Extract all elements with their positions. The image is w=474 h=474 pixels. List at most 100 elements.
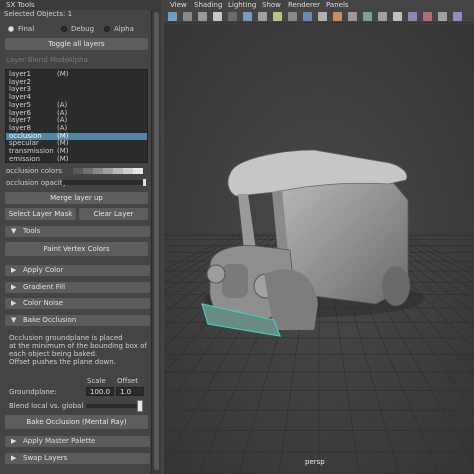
radio-debug[interactable]: Debug [61,25,94,33]
scene-view[interactable] [164,24,474,474]
toolbar-icon[interactable] [438,12,447,21]
camera-label: persp [305,458,325,466]
toolbar-icon[interactable] [198,12,207,21]
toolbar-icon[interactable] [408,12,417,21]
toolbar-icon[interactable] [303,12,312,21]
gradient-fill-section-header[interactable]: ▶ Gradient Fill [5,282,150,293]
scale-header: Scale [87,377,106,385]
scrollbar-thumb[interactable] [154,12,159,470]
layer-row-emission[interactable]: emission (M) [6,154,147,164]
groundplane-scale-field[interactable]: 100.0 [86,387,114,396]
chevron-right-icon: ▶ [11,266,17,274]
menu-view[interactable]: View [170,0,187,10]
menu-panels[interactable]: Panels [326,0,349,10]
truck-grille [222,264,248,298]
layer-flag: (M) [57,70,69,78]
chevron-right-icon: ▶ [11,283,17,291]
swap-layers-section-header[interactable]: ▶ Swap Layers [5,453,150,464]
help-line: Offset pushes the plane down. [9,358,116,366]
toolbar-icon[interactable] [348,12,357,21]
radio-alpha-dot[interactable] [104,26,110,32]
clear-layer-button[interactable]: Clear Layer [79,208,148,220]
help-line: each object being baked. [9,350,98,358]
color-swatch[interactable] [103,168,113,174]
radio-alpha[interactable]: Alpha [104,25,134,33]
bake-occlusion-section-header[interactable]: ▼ Bake Occlusion [5,315,150,326]
swap-layers-label: Swap Layers [23,454,68,462]
layer-name: emission [9,154,41,163]
radio-final-dot[interactable] [8,26,14,32]
toolbar-icon[interactable] [273,12,282,21]
merge-layer-up-button[interactable]: Merge layer up [5,192,148,204]
groundplane-label: Groundplane: [9,388,57,396]
toolbar-icon[interactable] [333,12,342,21]
occlusion-opacity-label: occlusion opacity: [6,179,69,187]
bake-help-text: Occlusion groundplane is placed at the m… [9,334,149,366]
layer-blend-mode-label: Layer Blend Mode [6,56,69,64]
toolbar-icon[interactable] [288,12,297,21]
blend-slider-handle[interactable] [137,400,143,412]
layer-blend-mode-value: Alpha [68,56,88,64]
apply-color-label: Apply Color [23,266,64,274]
chevron-down-icon: ▼ [11,227,17,235]
tools-section-header[interactable]: ▼ Tools [5,226,150,237]
bake-occlusion-label: Bake Occlusion [23,316,77,324]
chevron-right-icon: ▶ [11,437,17,445]
radio-debug-dot[interactable] [61,26,67,32]
toolbar-icon[interactable] [453,12,462,21]
menu-lighting[interactable]: Lighting [228,0,256,10]
toolbar-icon[interactable] [213,12,222,21]
color-noise-section-header[interactable]: ▶ Color Noise [5,298,150,309]
toolbar-icon[interactable] [363,12,372,21]
toolbar-icon[interactable] [393,12,402,21]
panel-scrollbar[interactable] [152,10,161,474]
viewport-toolbar [164,10,474,23]
radio-final[interactable]: Final [8,25,34,33]
bake-occlusion-button[interactable]: Bake Occlusion (Mental Ray) [5,415,148,429]
toolbar-icon[interactable] [318,12,327,21]
shading-mode-radio-group: Final Debug Alpha [6,25,150,34]
color-swatch[interactable] [73,168,83,174]
layer-list[interactable]: layer1 (M) layer2 layer3 layer4 layer5 (A) laye… [5,69,148,163]
help-line: Occlusion groundplane is placed [9,334,123,342]
apply-color-section-header[interactable]: ▶ Apply Color [5,265,150,276]
occlusion-colors-label: occlusion colors: [6,167,65,175]
menu-shading[interactable]: Shading [194,0,222,10]
color-swatch[interactable] [133,168,143,174]
apply-master-palette-section-header[interactable]: ▶ Apply Master Palette [5,436,150,447]
gradient-fill-label: Gradient Fill [23,283,66,291]
layer-flag: (M) [57,154,69,163]
groundplane-offset-field[interactable]: 1.0 [116,387,144,396]
rear-wheel [382,266,410,306]
blend-slider[interactable] [86,404,143,408]
occlusion-opacity-slider[interactable] [62,179,146,186]
toolbar-icon[interactable] [243,12,252,21]
occlusion-color-swatches[interactable] [63,168,143,174]
color-swatch[interactable] [123,168,133,174]
color-swatch[interactable] [113,168,123,174]
toolbar-icon[interactable] [228,12,237,21]
toolbar-icon[interactable] [183,12,192,21]
chevron-right-icon: ▶ [11,454,17,462]
window-title: SX Tools [0,0,161,10]
toolbar-icon[interactable] [168,12,177,21]
toggle-all-layers-button[interactable]: Toggle all layers [5,38,148,50]
help-line: at the minimum of the bounding box of [9,342,147,350]
viewport-menubar: View Shading Lighting Show Renderer Pane… [164,0,474,10]
radio-final-label: Final [18,25,35,33]
select-layer-mask-button[interactable]: Select Layer Mask [5,208,76,220]
toolbar-icon[interactable] [258,12,267,21]
tools-section-label: Tools [23,227,41,235]
paint-vertex-colors-button[interactable]: Paint Vertex Colors [5,242,148,256]
color-swatch[interactable] [83,168,93,174]
menu-renderer[interactable]: Renderer [288,0,320,10]
viewport[interactable]: View Shading Lighting Show Renderer Pane… [164,0,474,474]
toolbar-icon[interactable] [378,12,387,21]
opacity-slider-handle[interactable] [143,179,146,186]
chevron-right-icon: ▶ [11,299,17,307]
color-swatch[interactable] [63,168,73,174]
sx-tools-panel: SX Tools Selected Objects: 1 Final Debug… [0,0,161,474]
color-swatch[interactable] [93,168,103,174]
toolbar-icon[interactable] [423,12,432,21]
menu-show[interactable]: Show [262,0,281,10]
